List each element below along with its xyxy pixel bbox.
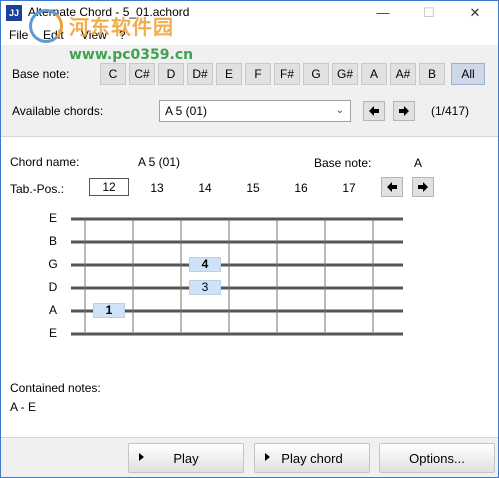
note-button-f-sharp[interactable]: F#: [274, 63, 300, 85]
available-chords-label: Available chords:: [12, 104, 104, 118]
app-window: JJ Alternate Chord - 5_01.achord — ☐ ✕ F…: [0, 0, 499, 478]
string-label-1: B: [48, 234, 57, 248]
contained-notes-label: Contained notes:: [10, 381, 101, 395]
chevron-down-icon: ⌄: [335, 105, 344, 116]
arrow-right-icon: [399, 106, 409, 116]
play-button[interactable]: Play: [128, 443, 244, 473]
play-button-label: Play: [173, 451, 199, 466]
finger-marker[interactable]: 3: [189, 280, 221, 295]
prev-position-button[interactable]: [381, 177, 403, 197]
close-button[interactable]: ✕: [452, 1, 498, 25]
chord-select[interactable]: A 5 (01) ⌄: [159, 100, 351, 122]
note-button-d-sharp[interactable]: D#: [187, 63, 213, 85]
chord-base-note-value: A: [414, 156, 423, 170]
menu-file[interactable]: File: [9, 28, 28, 42]
contained-notes-value: A - E: [10, 400, 37, 414]
fret-position-13[interactable]: 13: [137, 181, 177, 195]
play-chord-button[interactable]: Play chord: [254, 443, 370, 473]
chord-name-value: A 5 (01): [138, 155, 181, 169]
filter-panel: Base note: C C# D D# E F F# G G# A A# B All Availab…: [1, 45, 498, 137]
string-label-4: A: [48, 303, 57, 317]
string-label-5: E: [48, 326, 57, 340]
note-button-d[interactable]: D: [158, 63, 184, 85]
maximize-button[interactable]: ☐: [406, 1, 452, 25]
note-button-b[interactable]: B: [419, 63, 445, 85]
note-button-all[interactable]: All: [451, 63, 485, 85]
note-button-g-sharp[interactable]: G#: [332, 63, 358, 85]
menu-view[interactable]: View: [81, 28, 107, 42]
arrow-left-icon: [387, 182, 397, 192]
chord-name-label: Chord name:: [10, 155, 80, 169]
base-note-label: Base note:: [12, 67, 70, 81]
menu-edit[interactable]: Edit: [43, 28, 64, 42]
next-position-button[interactable]: [412, 177, 434, 197]
tab-pos-label: Tab.-Pos.:: [10, 182, 65, 196]
title-bar: JJ Alternate Chord - 5_01.achord — ☐ ✕: [1, 1, 498, 25]
fret-position-14[interactable]: 14: [185, 181, 225, 195]
chord-base-note-label: Base note:: [314, 156, 372, 170]
fret-position-12[interactable]: 12: [89, 178, 129, 196]
chord-select-value: A 5 (01): [165, 104, 208, 118]
menu-bar: File Edit View ?: [1, 25, 498, 45]
finger-marker[interactable]: 4: [189, 257, 221, 272]
next-chord-button[interactable]: [393, 101, 415, 121]
note-button-a-sharp[interactable]: A#: [390, 63, 416, 85]
note-button-c[interactable]: C: [100, 63, 126, 85]
action-bar: Play Play chord Options...: [1, 437, 498, 477]
app-icon: JJ: [6, 5, 22, 21]
string-label-2: G: [48, 257, 58, 271]
fret-position-17[interactable]: 17: [329, 181, 369, 195]
note-button-e[interactable]: E: [216, 63, 242, 85]
fretboard: [71, 217, 403, 336]
note-button-a[interactable]: A: [361, 63, 387, 85]
note-button-f[interactable]: F: [245, 63, 271, 85]
arrow-left-icon: [369, 106, 379, 116]
fret-position-15[interactable]: 15: [233, 181, 273, 195]
options-button-label: Options...: [409, 451, 465, 466]
note-button-g[interactable]: G: [303, 63, 329, 85]
string-label-0: E: [48, 211, 57, 225]
options-button[interactable]: Options...: [379, 443, 495, 473]
minimize-button[interactable]: —: [360, 1, 406, 25]
window-title: Alternate Chord - 5_01.achord: [28, 5, 190, 19]
play-chord-button-label: Play chord: [281, 451, 343, 466]
arrow-right-icon: [418, 182, 428, 192]
string-label-3: D: [48, 280, 58, 294]
menu-help[interactable]: ?: [119, 28, 126, 42]
finger-marker[interactable]: 1: [93, 303, 125, 318]
fret-position-16[interactable]: 16: [281, 181, 321, 195]
prev-chord-button[interactable]: [363, 101, 385, 121]
note-button-c-sharp[interactable]: C#: [129, 63, 155, 85]
chord-counter: (1/417): [431, 104, 470, 118]
